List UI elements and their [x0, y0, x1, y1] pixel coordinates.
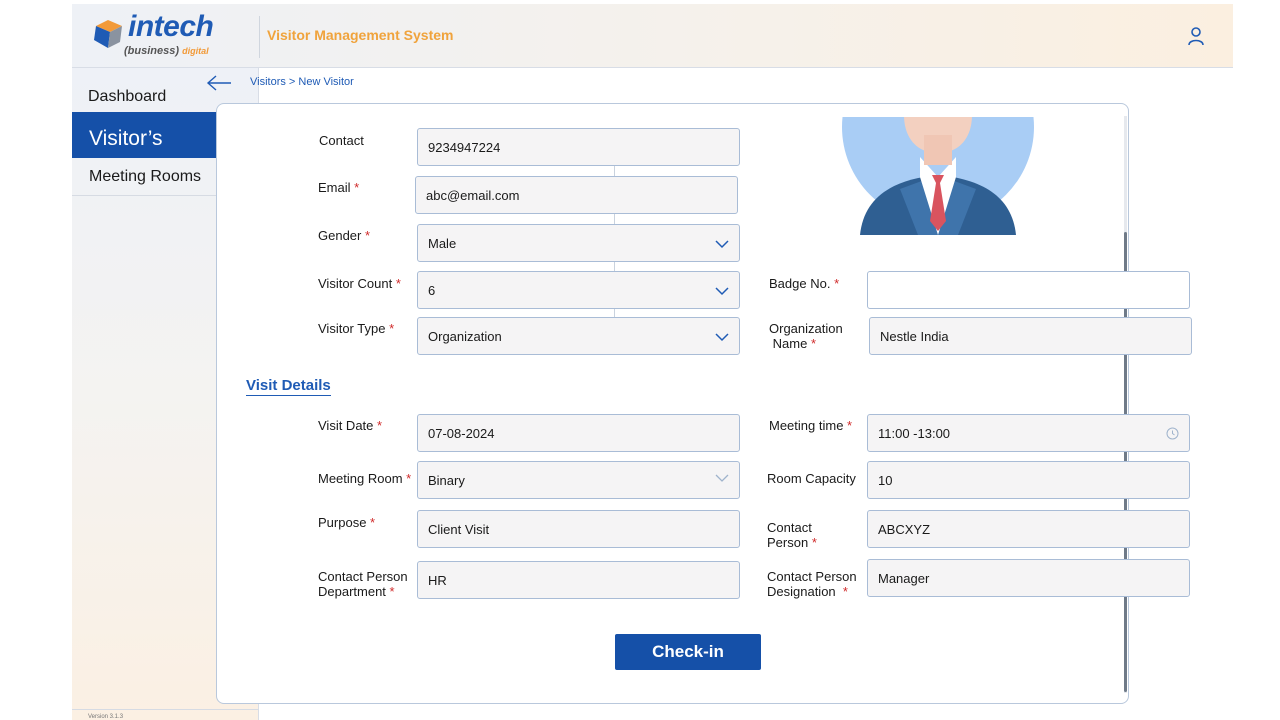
user-icon[interactable]	[1187, 26, 1205, 46]
visit-date-label-text: Visit Date	[318, 418, 374, 433]
contact-field[interactable]: 9234947224	[417, 128, 740, 166]
cp-designation-field[interactable]: Manager	[867, 559, 1190, 597]
contact-person-label-line2: Person	[767, 535, 809, 550]
logo-cube-icon	[94, 20, 122, 48]
gender-value: Male	[428, 235, 457, 251]
email-field[interactable]: abc@email.com	[415, 176, 738, 214]
required-mark: *	[370, 515, 376, 530]
version-label: Version 3.1.3	[88, 714, 124, 720]
gender-label-text: Gender	[318, 228, 362, 243]
app-title: Visitor Management System	[267, 27, 454, 43]
logo-word: intech	[128, 10, 214, 43]
visitor-count-label-text: Visitor Count	[318, 276, 393, 291]
badge-no-field[interactable]	[867, 271, 1190, 309]
contact-person-field[interactable]: ABCXYZ	[867, 510, 1190, 548]
visitor-type-label: Visitor Type *	[318, 321, 394, 336]
purpose-label-text: Purpose	[318, 515, 367, 530]
back-arrow-icon[interactable]	[206, 74, 232, 92]
check-in-button[interactable]: Check-in	[615, 634, 761, 670]
required-mark: *	[810, 336, 816, 351]
contact-person-label-line1: Contact	[767, 520, 812, 535]
cp-designation-label: Contact Person Designation *	[767, 569, 857, 599]
contact-person-label: Contact Person *	[767, 520, 817, 550]
org-name-value: Nestle India	[880, 328, 949, 344]
required-mark: *	[389, 584, 395, 599]
visitor-count-value: 6	[428, 282, 436, 298]
required-mark: *	[365, 228, 371, 243]
chevron-down-icon	[715, 474, 729, 482]
chevron-down-icon	[715, 333, 729, 342]
meeting-time-value: 11:00 -13:00	[878, 425, 951, 441]
purpose-label: Purpose *	[318, 515, 375, 530]
clock-icon[interactable]	[1166, 427, 1179, 440]
meeting-time-label: Meeting time *	[769, 418, 852, 433]
badge-no-label: Badge No. *	[769, 276, 839, 291]
contact-label-text: Contact	[319, 133, 364, 148]
contact-value: 9234947224	[428, 139, 501, 155]
cp-department-label: Contact Person Department *	[318, 569, 408, 599]
header-divider	[259, 16, 260, 58]
room-capacity-field[interactable]: 10	[867, 461, 1190, 499]
required-mark: *	[389, 321, 395, 336]
header: intech (business) digital Visitor Manage…	[72, 4, 1233, 68]
org-name-label-line1: Organization	[769, 321, 843, 336]
meeting-room-select[interactable]: Binary	[417, 461, 740, 499]
meeting-room-label: Meeting Room *	[318, 471, 411, 486]
gender-select[interactable]: Male	[417, 224, 740, 262]
required-mark: *	[834, 276, 840, 291]
cp-department-label-line1: Contact Person	[318, 569, 408, 584]
chevron-down-icon	[715, 287, 729, 296]
logo-sub-text: (business)	[124, 45, 180, 57]
meeting-room-label-text: Meeting Room	[318, 471, 403, 486]
org-name-field[interactable]: Nestle India	[869, 317, 1192, 355]
visitor-type-value: Organization	[428, 328, 502, 344]
purpose-field[interactable]: Client Visit	[417, 510, 740, 548]
purpose-value: Client Visit	[428, 521, 490, 537]
visitor-type-select[interactable]: Organization	[417, 317, 740, 355]
visitor-count-select[interactable]: 6	[417, 271, 740, 309]
contact-person-value: ABCXYZ	[878, 521, 931, 537]
email-label-text: Email	[318, 180, 351, 195]
required-mark: *	[842, 584, 848, 599]
required-mark: *	[811, 535, 817, 550]
meeting-room-value: Binary	[428, 472, 465, 488]
section-title-visit-details: Visit Details	[246, 377, 331, 396]
required-mark: *	[354, 180, 360, 195]
meeting-time-label-text: Meeting time	[769, 418, 844, 433]
meeting-time-field[interactable]: 11:00 -13:00	[867, 414, 1190, 452]
logo-sub: (business) digital	[124, 45, 209, 57]
org-name-label: Organization Name *	[769, 321, 843, 351]
org-name-label-line2: Name	[772, 336, 808, 351]
chevron-down-icon	[715, 240, 729, 249]
room-capacity-value: 10	[878, 472, 893, 488]
visitor-type-label-text: Visitor Type	[318, 321, 386, 336]
room-capacity-label-text: Room Capacity	[767, 471, 856, 486]
room-capacity-label: Room Capacity	[767, 471, 856, 486]
logo-digital: digital	[182, 46, 209, 56]
logo: intech (business) digital	[92, 10, 252, 62]
visitor-avatar	[842, 117, 1034, 235]
cp-department-field[interactable]: HR	[417, 561, 740, 599]
sidebar-divider	[72, 709, 259, 710]
gender-label: Gender *	[318, 228, 370, 243]
required-mark: *	[406, 471, 412, 486]
email-value: abc@email.com	[426, 187, 520, 203]
contact-label: Contact	[319, 133, 364, 148]
breadcrumb[interactable]: Visitors > New Visitor	[250, 76, 354, 88]
cp-designation-label-line2: Designation	[767, 584, 836, 599]
cp-designation-label-line1: Contact Person	[767, 569, 857, 584]
required-mark: *	[847, 418, 853, 433]
cp-department-value: HR	[428, 572, 447, 588]
cp-department-label-line2: Department	[318, 584, 386, 599]
visitor-count-label: Visitor Count *	[318, 276, 401, 291]
badge-no-label-text: Badge No.	[769, 276, 831, 291]
visit-date-field[interactable]: 07-08-2024	[417, 414, 740, 452]
cp-designation-value: Manager	[878, 570, 930, 586]
email-label: Email *	[318, 180, 359, 195]
visit-date-value: 07-08-2024	[428, 425, 495, 441]
required-mark: *	[395, 276, 401, 291]
required-mark: *	[377, 418, 383, 433]
visit-date-label: Visit Date *	[318, 418, 382, 433]
